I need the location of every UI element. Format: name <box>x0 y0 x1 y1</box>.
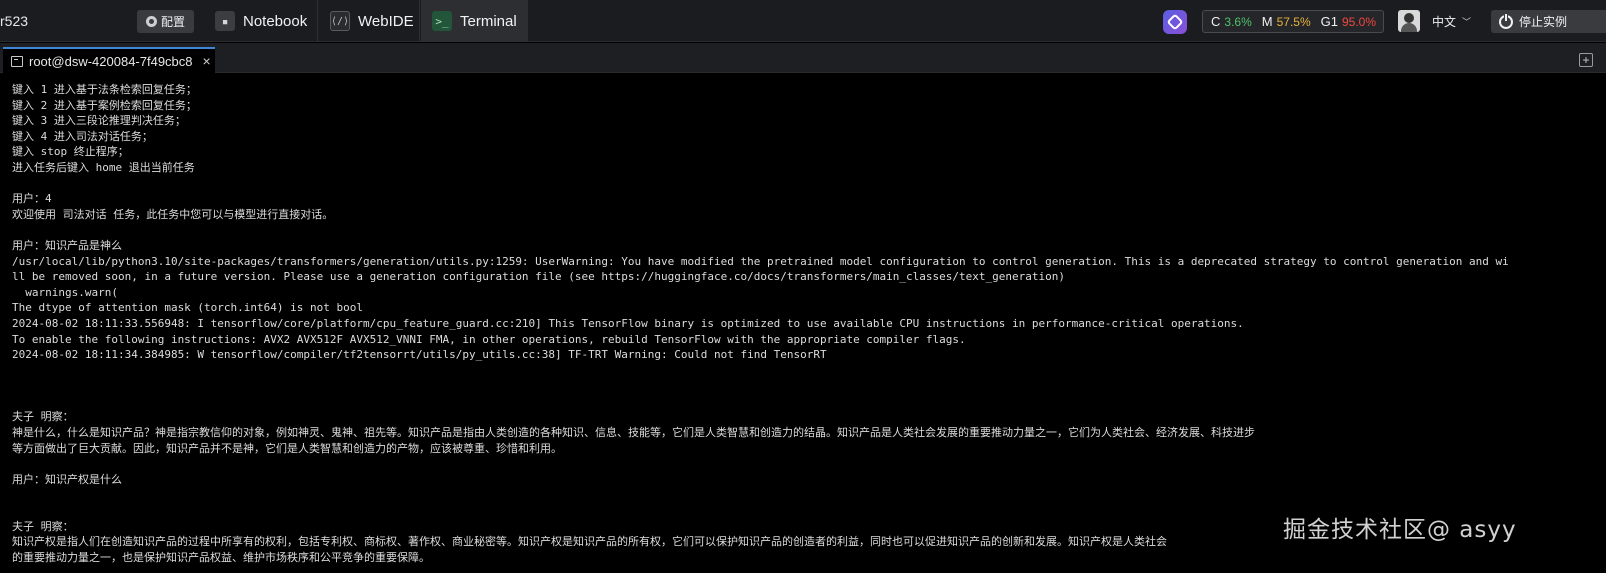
close-icon[interactable]: × <box>203 53 211 69</box>
gpu-value: 95.0% <box>1341 14 1376 29</box>
avatar[interactable] <box>1398 10 1420 32</box>
terminal-session-tab[interactable]: root@dsw-420084-7f49cbc8 × <box>3 47 215 73</box>
config-button[interactable]: 配置 <box>137 10 194 33</box>
terminal-line: To enable the following instructions: AV… <box>12 332 966 346</box>
terminal-line: 欢迎使用 司法对话 任务，此任务中您可以与模型进行直接对话。 <box>12 207 334 221</box>
terminal-line: /usr/local/lib/python3.10/site-packages/… <box>12 254 1509 268</box>
watermark: 掘金技术社区@ asyy <box>1283 517 1517 543</box>
cpu-label: C <box>1211 14 1221 29</box>
terminal-line: 进入任务后键入 home 退出当前任务 <box>12 160 195 174</box>
terminal-line: 键入 stop 终止程序； <box>12 145 129 159</box>
terminal-icon <box>11 55 23 67</box>
terminal-session-title: root@dsw-420084-7f49cbc8 <box>29 53 193 69</box>
instance-name: r523 <box>0 13 29 29</box>
notebook-icon: ▪ <box>215 11 235 31</box>
terminal-line: warnings.warn( <box>12 285 118 299</box>
language-selector[interactable]: 中文 ﹀ <box>1432 13 1471 30</box>
power-icon <box>1499 13 1513 29</box>
language-label: 中文 <box>1432 15 1457 29</box>
terminal-line: 键入 4 进入司法对话任务； <box>12 129 153 143</box>
terminal-line: ll be removed soon, in a future version.… <box>12 270 1065 284</box>
terminal-line: 等方面做出了巨大贡献。因此，知识产品并不是神，它们是人类智慧和创造力的产物，应该… <box>12 441 562 455</box>
terminal-line: 的重要推动力量之一，也是保护知识产品权益、维护市场秩序和公平竞争的重要保障。 <box>12 550 430 564</box>
terminal-line: The dtype of attention mask (torch.int64… <box>12 301 363 315</box>
stop-label: 停止实例 <box>1519 15 1568 29</box>
terminal-line: 神是什么，什么是知识产品？神是指宗教信仰的对象，例如神灵、鬼神、祖先等。知识产品… <box>12 426 1255 440</box>
terminal-line: 用户：4 <box>12 192 52 206</box>
memory-value: 57.5% <box>1276 14 1311 29</box>
tab-notebook-label: Notebook <box>243 12 308 30</box>
tab-webide-label: WebIDE <box>358 12 414 30</box>
tab-webide[interactable]: ⟨/⟩ WebIDE <box>320 0 420 42</box>
terminal-line: 用户：知识产品是神么 <box>12 238 122 252</box>
terminal-line: 夫子 明察： <box>12 410 74 424</box>
terminal-line: 2024-08-02 18:11:33.556948: I tensorflow… <box>12 316 1244 330</box>
terminal-line: 键入 1 进入基于法条检索回复任务； <box>12 83 197 96</box>
terminal-line: 2024-08-02 18:11:34.384985: W tensorflow… <box>12 348 827 362</box>
resource-usage: C 3.6% M 57.5% G1 95.0% <box>1202 10 1384 33</box>
add-terminal-button[interactable]: + <box>1579 53 1593 67</box>
terminal-output[interactable]: 键入 1 进入基于法条检索回复任务； 键入 2 进入基于案例检索回复任务； 键入 3… <box>12 82 1594 565</box>
terminal-line: 键入 2 进入基于案例检索回复任务； <box>12 98 197 112</box>
tab-terminal-label: Terminal <box>460 12 517 30</box>
chevron-down-icon: ﹀ <box>1462 17 1472 27</box>
terminal-line: 键入 3 进入三段论推理判决任务； <box>12 114 186 128</box>
tab-terminal[interactable]: >_ Terminal <box>421 0 528 42</box>
tab-notebook[interactable]: ▪ Notebook <box>205 0 318 42</box>
gpu-label: G1 <box>1320 14 1338 29</box>
terminal-line: 用户：知识产权是什么 <box>12 472 122 486</box>
top-bar: r523 配置 ▪ Notebook ⟨/⟩ WebIDE >_ Termina… <box>0 0 1606 42</box>
terminal-tab-strip: root@dsw-420084-7f49cbc8 × + <box>0 43 1606 73</box>
config-label: 配置 <box>160 15 185 29</box>
webide-icon: ⟨/⟩ <box>330 11 350 31</box>
cpu-value: 3.6% <box>1224 14 1252 29</box>
terminal-icon: >_ <box>432 11 452 31</box>
stop-instance-button[interactable]: 停止实例 <box>1491 10 1606 33</box>
memory-label: M <box>1261 14 1273 29</box>
ai-assistant-icon[interactable] <box>1163 10 1187 34</box>
gear-icon <box>145 16 157 27</box>
